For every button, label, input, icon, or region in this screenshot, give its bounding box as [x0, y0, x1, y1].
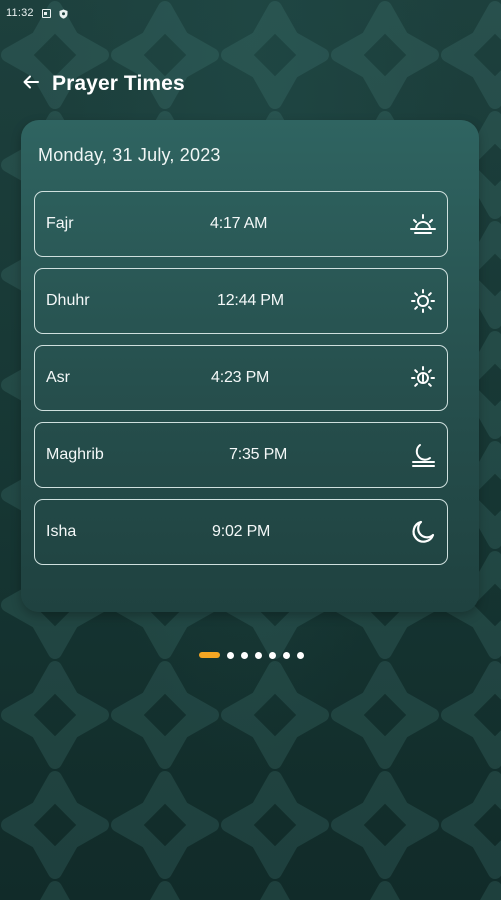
prayer-time: 7:35 PM [229, 446, 288, 463]
status-bar: 11:32 [0, 0, 501, 26]
sunset-moon-icon [409, 441, 437, 469]
prayer-name: Fajr [46, 215, 74, 232]
prayer-name: Maghrib [46, 446, 104, 463]
app-header: Prayer Times [20, 66, 185, 102]
page-indicator [199, 651, 311, 659]
status-time: 11:32 [6, 7, 34, 19]
pager-dot[interactable] [283, 651, 290, 659]
prayer-row-maghrib[interactable]: Maghrib 7:35 PM [34, 422, 448, 488]
pager-dot-active[interactable] [199, 652, 220, 658]
prayer-time: 9:02 PM [212, 523, 271, 540]
page-title: Prayer Times [52, 72, 185, 95]
prayer-row-asr[interactable]: Asr 4:23 PM [34, 345, 448, 411]
pager-dot[interactable] [241, 651, 248, 659]
afternoon-sun-icon [409, 364, 437, 392]
sunrise-icon [409, 210, 437, 238]
sim-icon [41, 8, 51, 18]
prayer-times-card: Monday, 31 July, 2023 Fajr 4:17 AM Dhuhr… [21, 120, 479, 612]
shield-icon [59, 9, 68, 19]
sun-icon [409, 287, 437, 315]
prayer-row-isha[interactable]: Isha 9:02 PM [34, 499, 448, 565]
date-label: Monday, 31 July, 2023 [38, 145, 221, 165]
arrow-left-icon [23, 75, 39, 94]
pager-dot[interactable] [269, 651, 276, 659]
prayer-row-fajr[interactable]: Fajr 4:17 AM [34, 191, 448, 257]
prayer-row-dhuhr[interactable]: Dhuhr 12:44 PM [34, 268, 448, 334]
prayer-name: Isha [46, 523, 77, 540]
prayer-name: Asr [46, 369, 70, 386]
pager-dot[interactable] [255, 651, 262, 659]
prayer-time: 4:23 PM [211, 369, 270, 386]
pager-dot[interactable] [297, 651, 304, 659]
back-button[interactable] [20, 73, 42, 95]
prayer-time: 4:17 AM [210, 215, 268, 232]
pager-dot[interactable] [227, 651, 234, 659]
crescent-moon-icon [409, 518, 437, 546]
prayer-name: Dhuhr [46, 292, 90, 309]
prayer-time: 12:44 PM [217, 292, 284, 309]
